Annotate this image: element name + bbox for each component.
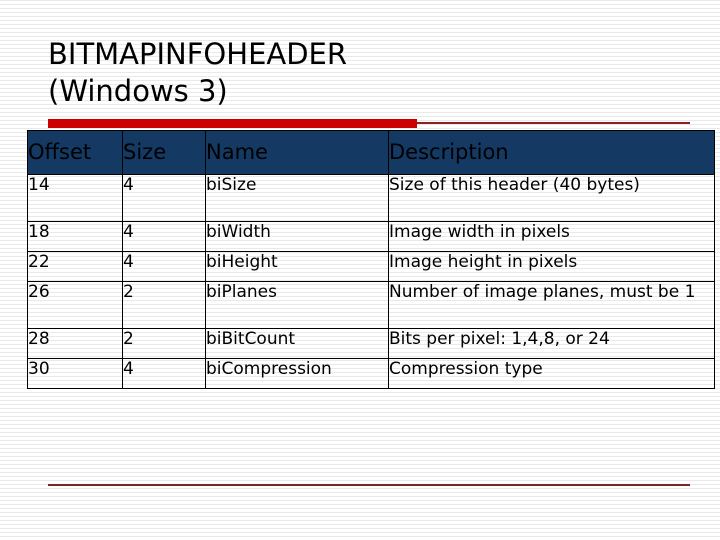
cell-offset: 14 [27,174,123,222]
accent-bar-thin [417,122,690,124]
cell-offset: 18 [27,221,123,252]
table-body: 14 4 biSize Size of this header (40 byte… [27,174,715,389]
cell-name: biCompression [205,358,389,389]
cell-name: biHeight [205,251,389,282]
cell-name: biPlanes [205,281,389,329]
table-row: 14 4 biSize Size of this header (40 byte… [27,174,715,222]
cell-size: 2 [122,328,206,359]
cell-size: 4 [122,221,206,252]
cell-description: Image height in pixels [388,251,715,282]
column-header-description: Description [388,130,715,175]
table-row: 26 2 biPlanes Number of image planes, mu… [27,281,715,329]
cell-size: 4 [122,251,206,282]
cell-offset: 28 [27,328,123,359]
accent-bar-thick [48,119,417,128]
footer-rule [48,484,690,486]
column-header-offset: Offset [27,130,123,175]
page-title: BITMAPINFOHEADER (Windows 3) [48,37,348,108]
cell-offset: 26 [27,281,123,329]
table-row: 22 4 biHeight Image height in pixels [27,251,715,282]
cell-description: Number of image planes, must be 1 [388,281,715,329]
table-row: 18 4 biWidth Image width in pixels [27,221,715,252]
column-header-name: Name [205,130,389,175]
table-row: 30 4 biCompression Compression type [27,358,715,389]
cell-name: biBitCount [205,328,389,359]
cell-size: 4 [122,174,206,222]
cell-size: 4 [122,358,206,389]
cell-size: 2 [122,281,206,329]
table-row: 28 2 biBitCount Bits per pixel: 1,4,8, o… [27,328,715,359]
cell-description: Image width in pixels [388,221,715,252]
cell-offset: 22 [27,251,123,282]
table-header-row: Offset Size Name Description [27,130,715,175]
bitmapinfoheader-table: Offset Size Name Description 14 4 biSize… [27,130,715,389]
slide-canvas: BITMAPINFOHEADER (Windows 3) Offset Size… [0,0,720,540]
cell-name: biWidth [205,221,389,252]
cell-offset: 30 [27,358,123,389]
cell-description: Size of this header (40 bytes) [388,174,715,222]
cell-name: biSize [205,174,389,222]
table-header: Offset Size Name Description [27,130,715,175]
cell-description: Compression type [388,358,715,389]
cell-description: Bits per pixel: 1,4,8, or 24 [388,328,715,359]
column-header-size: Size [122,130,206,175]
